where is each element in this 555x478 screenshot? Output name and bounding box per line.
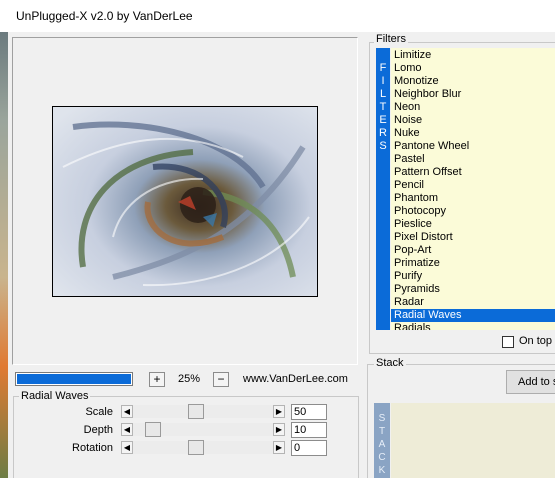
stack-side-label: STACK xyxy=(374,403,390,478)
slider-right-arrow-icon[interactable]: ▶ xyxy=(273,441,285,454)
slider-right-arrow-icon[interactable]: ▶ xyxy=(273,405,285,418)
param-value-field[interactable]: 10 xyxy=(291,422,327,438)
slider-left-arrow-icon[interactable]: ◀ xyxy=(121,423,133,436)
filter-item[interactable]: Noise xyxy=(391,114,555,127)
slider-left-arrow-icon[interactable]: ◀ xyxy=(121,405,133,418)
filters-side-label: FILTERS xyxy=(376,48,390,330)
filter-item[interactable]: Neon xyxy=(391,101,555,114)
filter-item[interactable]: Primatize xyxy=(391,257,555,270)
filter-item[interactable]: Pastel xyxy=(391,153,555,166)
filter-item[interactable]: Pixel Distort xyxy=(391,231,555,244)
progress-fill xyxy=(17,374,131,384)
filter-item[interactable]: Neighbor Blur xyxy=(391,88,555,101)
filters-side-letter: I xyxy=(381,75,385,87)
on-top-checkbox[interactable] xyxy=(502,336,514,348)
add-to-stack-button[interactable]: Add to s xyxy=(506,370,555,394)
zoom-in-button[interactable]: + xyxy=(149,372,165,387)
filter-item[interactable]: Pop-Art xyxy=(391,244,555,257)
filter-item[interactable]: Phantom xyxy=(391,192,555,205)
filter-item[interactable]: Pencil xyxy=(391,179,555,192)
progress-bar xyxy=(15,372,133,386)
filter-item[interactable]: Purify xyxy=(391,270,555,283)
effect-name: Radial Waves xyxy=(19,390,91,402)
zoom-out-button[interactable]: − xyxy=(213,372,229,387)
slider-thumb[interactable] xyxy=(145,422,161,437)
filters-side-letter: L xyxy=(379,88,387,100)
filter-item[interactable]: Pieslice xyxy=(391,218,555,231)
filter-item[interactable]: Radar xyxy=(391,296,555,309)
filter-item[interactable]: Limitize xyxy=(391,49,555,62)
slider-right-arrow-icon[interactable]: ▶ xyxy=(273,423,285,436)
stack-side-letter: K xyxy=(378,465,386,476)
stack-side-letter: A xyxy=(378,439,386,450)
filters-side-letter: S xyxy=(379,140,387,152)
filters-title: Filters xyxy=(374,33,408,45)
slider-thumb[interactable] xyxy=(188,404,204,419)
stack-side-letter: S xyxy=(378,413,386,424)
zoom-level: 25% xyxy=(178,373,201,385)
stack-title: Stack xyxy=(374,357,406,369)
swirl-preview-graphic xyxy=(53,107,317,296)
desktop-background-strip xyxy=(0,32,8,478)
filter-item[interactable]: Lomo xyxy=(391,62,555,75)
website-link[interactable]: www.VanDerLee.com xyxy=(243,373,348,385)
param-value-field[interactable]: 0 xyxy=(291,440,327,456)
param-label: Rotation xyxy=(72,442,113,454)
filter-item[interactable]: Pattern Offset xyxy=(391,166,555,179)
stack-side-letter: C xyxy=(378,452,386,463)
filters-side-letter: E xyxy=(379,114,387,126)
stack-side-letter: T xyxy=(378,426,386,437)
slider-left-arrow-icon[interactable]: ◀ xyxy=(121,441,133,454)
param-label: Depth xyxy=(83,424,113,436)
filter-item[interactable]: Pantone Wheel xyxy=(391,140,555,153)
on-top-label: On top xyxy=(519,335,553,347)
filters-side-letter: T xyxy=(379,101,387,113)
window-title: UnPlugged-X v2.0 by VanDerLee xyxy=(16,9,193,23)
param-value-field[interactable]: 50 xyxy=(291,404,327,420)
slider-thumb[interactable] xyxy=(188,440,204,455)
stack-list[interactable] xyxy=(391,403,555,478)
filter-item[interactable]: Monotize xyxy=(391,75,555,88)
param-label: Scale xyxy=(85,406,113,418)
filter-item-selected[interactable]: Radial Waves xyxy=(391,309,555,322)
filter-item[interactable]: Photocopy xyxy=(391,205,555,218)
filters-side-letter: R xyxy=(379,127,387,139)
filter-item[interactable]: Nuke xyxy=(391,127,555,140)
filter-item[interactable]: Pyramids xyxy=(391,283,555,296)
preview-image[interactable] xyxy=(52,106,318,297)
filters-side-letter: F xyxy=(379,62,387,74)
filter-list[interactable]: Limitize Lomo Monotize Neighbor Blur Neon Noi… xyxy=(391,48,555,330)
filter-item[interactable]: Radials xyxy=(391,322,555,330)
